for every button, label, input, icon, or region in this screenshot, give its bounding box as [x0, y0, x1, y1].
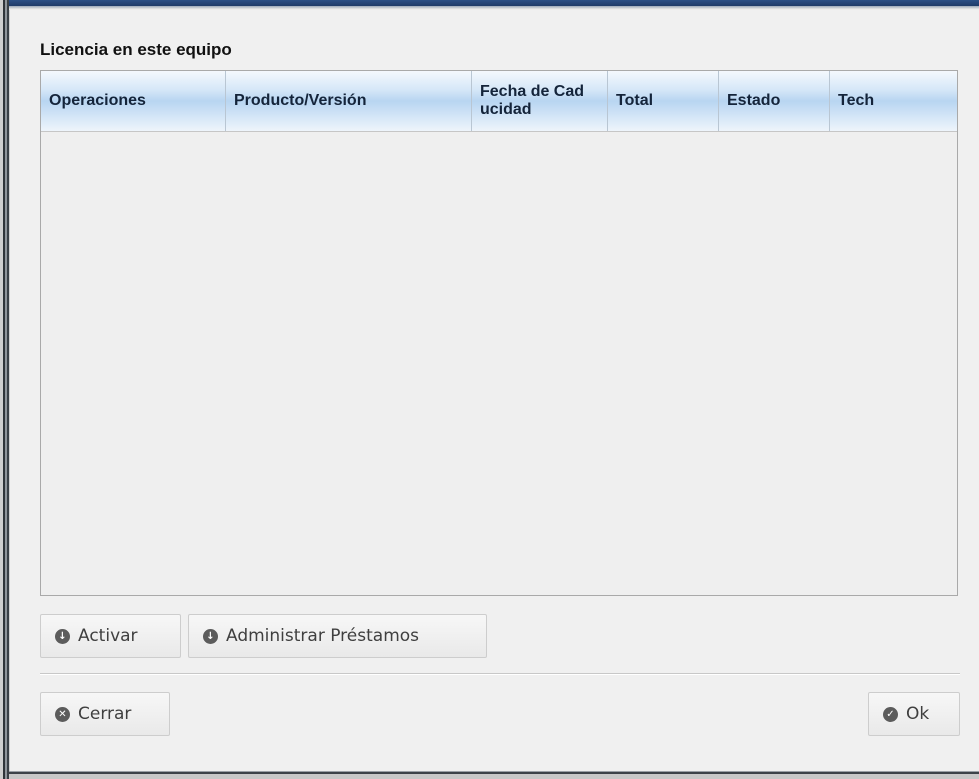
section-title: Licencia en este equipo: [40, 40, 232, 59]
table-header: Operaciones Producto/Versión Fecha de Ca…: [41, 71, 957, 132]
activar-label: Activar: [78, 626, 138, 646]
cerrar-label: Cerrar: [78, 704, 132, 724]
ok-button[interactable]: ✓ Ok: [868, 692, 960, 736]
window-top-border: [9, 0, 979, 10]
column-header-operaciones[interactable]: Operaciones: [41, 71, 226, 131]
column-header-producto-version[interactable]: Producto/Versión: [226, 71, 472, 131]
download-circle-icon: ↓: [55, 628, 70, 644]
table-body[interactable]: [41, 132, 957, 597]
activar-button[interactable]: ↓ Activar: [40, 614, 181, 658]
ok-label: Ok: [906, 704, 930, 724]
column-header-estado[interactable]: Estado: [719, 71, 830, 131]
column-header-tech[interactable]: Tech: [830, 71, 957, 131]
administrar-prestamos-button[interactable]: ↓ Administrar Préstamos: [188, 614, 487, 658]
column-header-fecha-caducidad[interactable]: Fecha de Cad ucidad: [472, 71, 608, 131]
check-circle-icon: ✓: [883, 706, 898, 722]
download-circle-icon: ↓: [203, 628, 218, 644]
cerrar-button[interactable]: ✕ Cerrar: [40, 692, 170, 736]
footer-divider: [40, 673, 960, 675]
window-left-border: [0, 0, 10, 779]
window-bottom-border: [9, 771, 979, 779]
license-table: Operaciones Producto/Versión Fecha de Ca…: [40, 70, 958, 596]
administrar-label: Administrar Préstamos: [226, 626, 420, 646]
close-circle-icon: ✕: [55, 706, 70, 722]
column-header-total[interactable]: Total: [608, 71, 719, 131]
